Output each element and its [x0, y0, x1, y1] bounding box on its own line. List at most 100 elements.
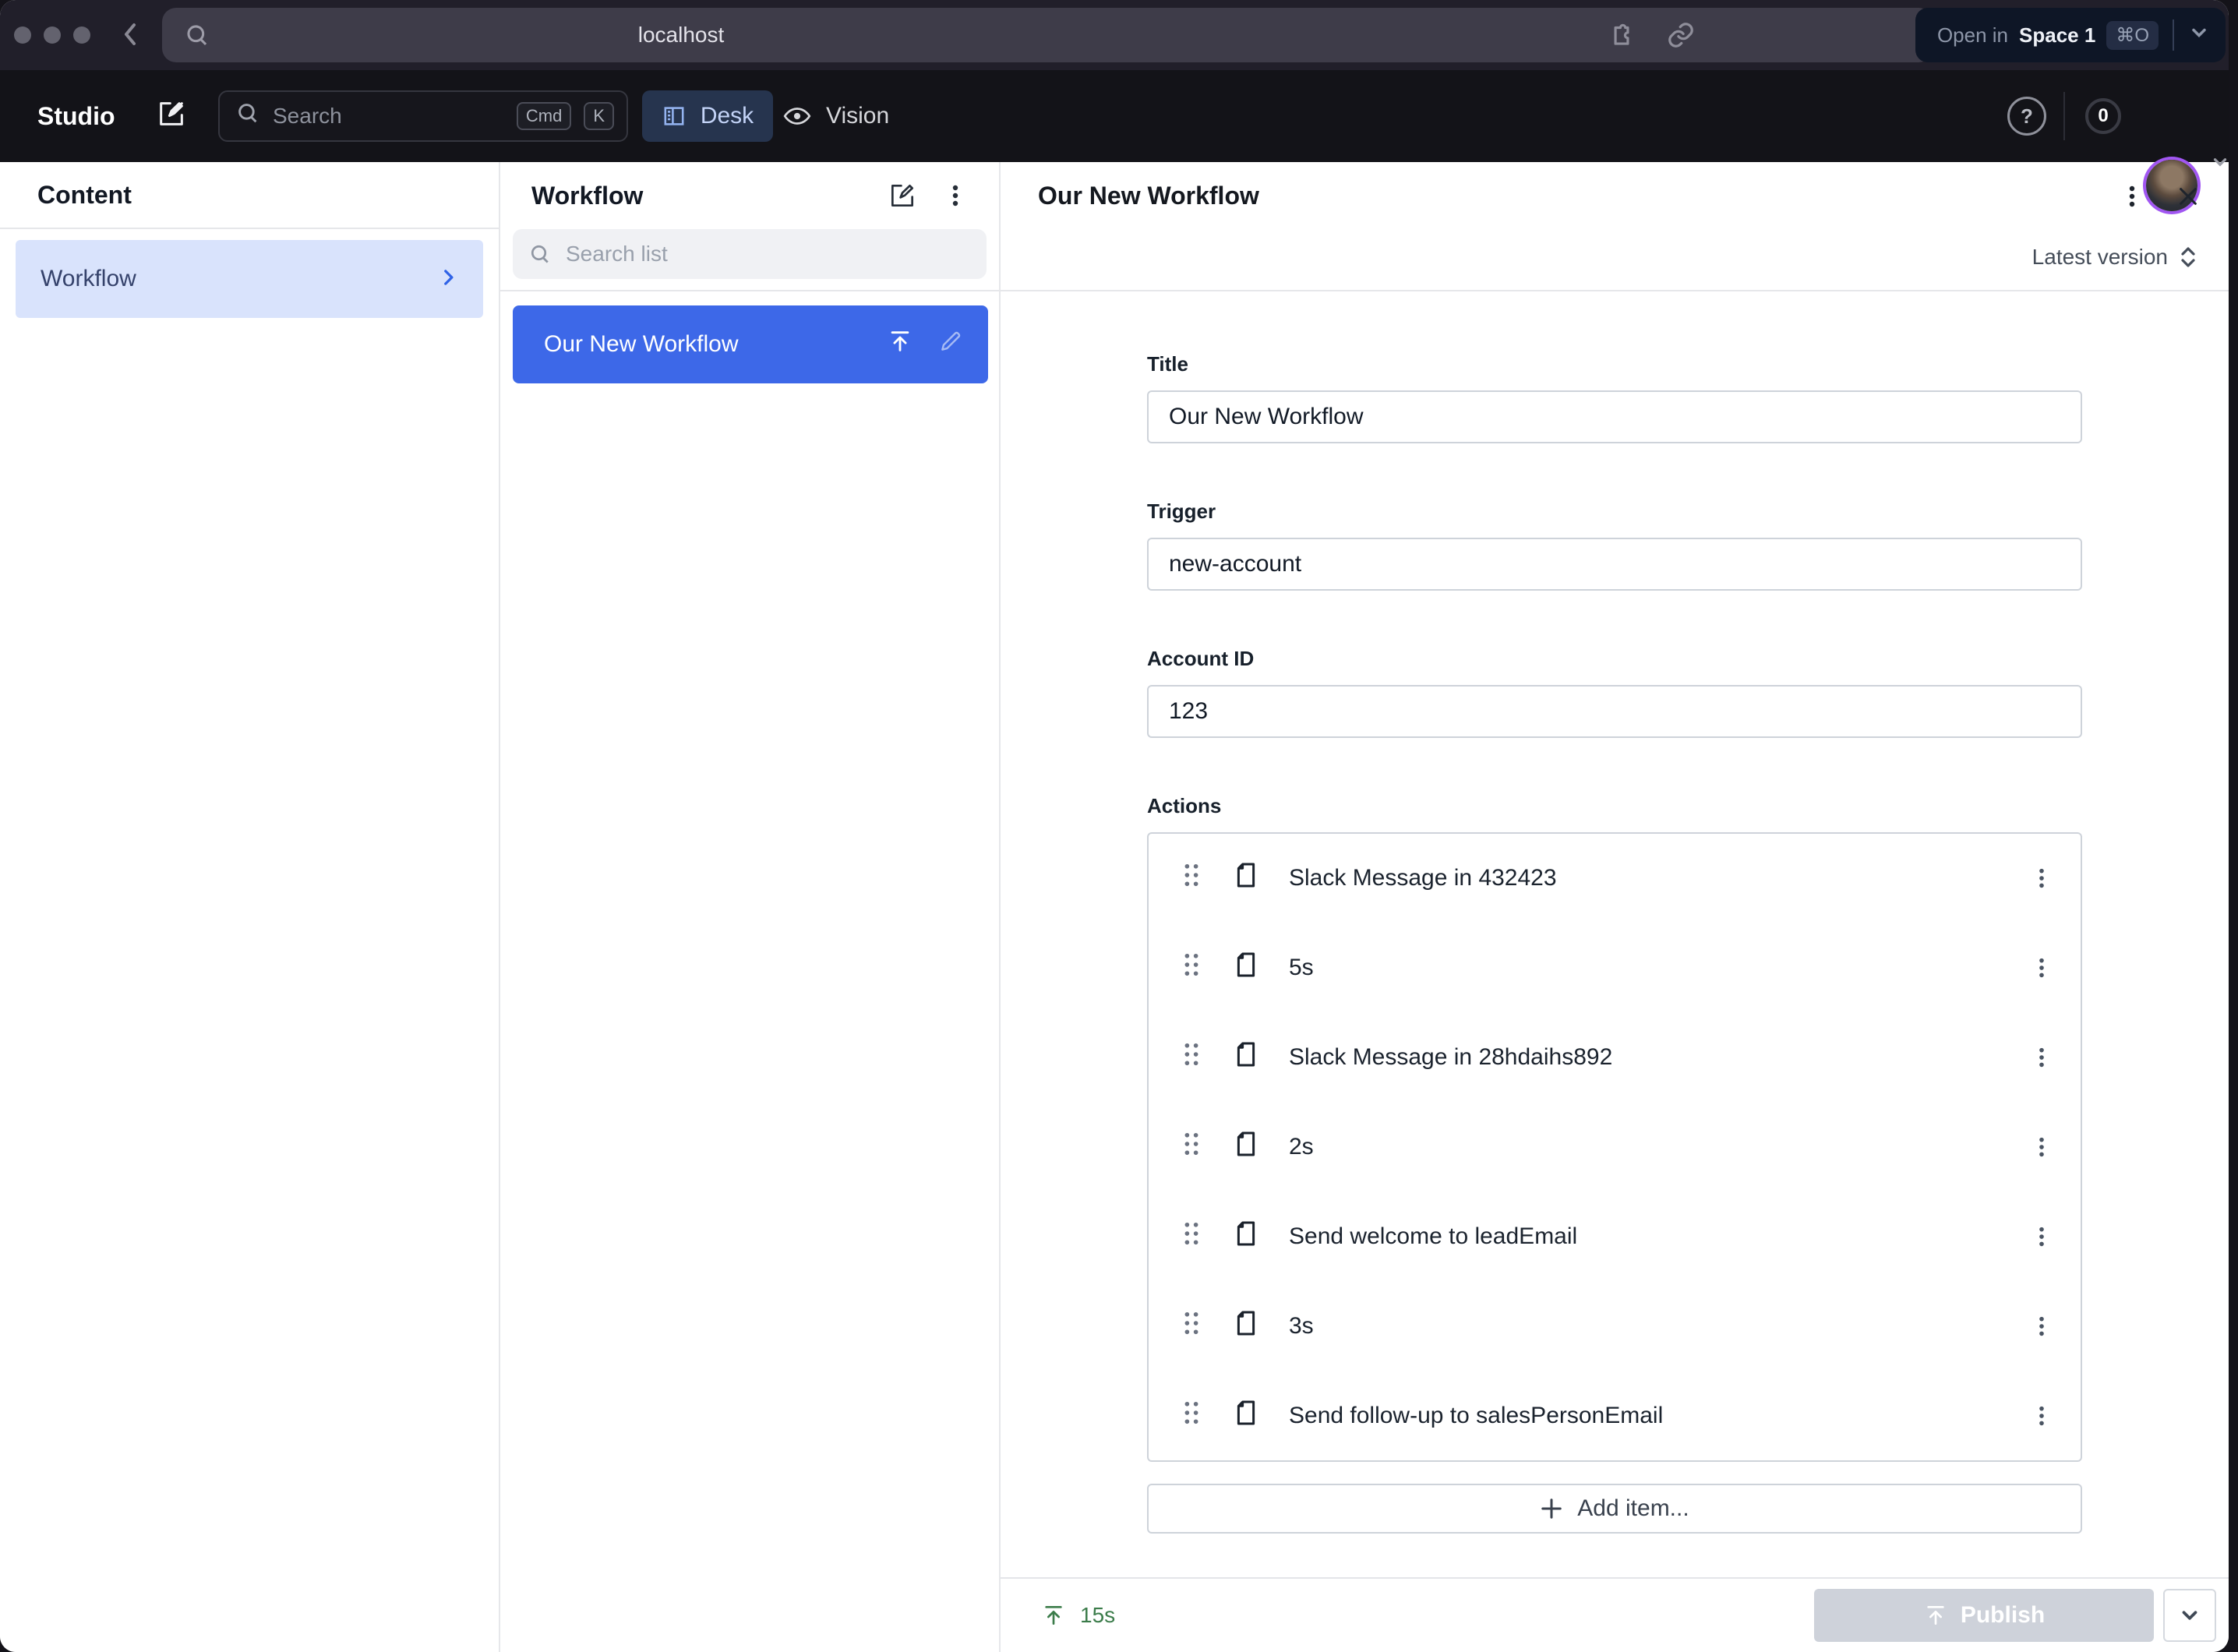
publish-button[interactable]: Publish [1814, 1589, 2154, 1642]
kebab-menu-icon[interactable] [2018, 944, 2065, 991]
extensions-puzzle-icon[interactable] [1607, 20, 1636, 56]
content-pane: Content Workflow [0, 162, 500, 1652]
action-row[interactable]: Send follow-up to salesPersonEmail [1149, 1371, 2081, 1460]
search-icon [528, 242, 552, 266]
url-text: localhost [162, 8, 1200, 62]
version-selector[interactable]: Latest version [2032, 232, 2197, 282]
kebab-menu-icon[interactable] [2018, 855, 2065, 902]
publish-arrow-icon [887, 328, 913, 361]
document-icon [1230, 1217, 1262, 1256]
field-trigger: Trigger [1147, 499, 2082, 591]
link-icon[interactable] [1666, 20, 1696, 56]
shortcut-badge: ⌘O [2106, 21, 2159, 50]
action-row[interactable]: 5s [1149, 923, 2081, 1013]
kebab-menu-icon[interactable] [2110, 175, 2154, 218]
drag-handle-icon[interactable] [1180, 1398, 1203, 1434]
drag-handle-icon[interactable] [1180, 950, 1203, 986]
open-in-space-button[interactable]: Open in Space 1 ⌘O [1915, 8, 2226, 62]
action-label: Send welcome to leadEmail [1289, 1223, 2018, 1250]
traffic-light-zoom-icon[interactable] [73, 26, 90, 44]
drag-handle-icon[interactable] [1180, 1219, 1203, 1255]
document-icon [1230, 1307, 1262, 1346]
plus-icon [1540, 1497, 1563, 1520]
add-item-button[interactable]: Add item... [1147, 1484, 2082, 1534]
close-icon[interactable] [2166, 175, 2210, 218]
publish-arrow-icon [1041, 1603, 1066, 1628]
browser-back-icon[interactable] [115, 19, 146, 50]
document-icon [1230, 1128, 1262, 1167]
divider [2063, 92, 2065, 140]
tab-desk-label: Desk [701, 103, 754, 129]
action-row[interactable]: Send welcome to leadEmail [1149, 1191, 2081, 1281]
divider [2173, 19, 2174, 51]
list-pane-title: Workflow [531, 182, 881, 210]
version-label: Latest version [2032, 245, 2168, 270]
list-search-placeholder: Search list [566, 242, 668, 267]
action-row[interactable]: Slack Message in 28hdaihs892 [1149, 1013, 2081, 1103]
account-id-input[interactable] [1147, 685, 2082, 738]
action-row[interactable]: 3s [1149, 1281, 2081, 1371]
search-placeholder: Search [273, 104, 504, 129]
action-label: Send follow-up to salesPersonEmail [1289, 1403, 2018, 1429]
editor-form: Title Trigger Account ID Actions [1001, 291, 2229, 1577]
publish-arrow-icon [1923, 1603, 1948, 1628]
document-icon [1230, 1396, 1262, 1435]
content-heading: Content [37, 181, 132, 210]
browser-chrome: localhost Open in Space 1 ⌘O [0, 0, 2229, 70]
tab-vision-label: Vision [826, 103, 889, 129]
action-label: Slack Message in 432423 [1289, 865, 2018, 891]
action-row[interactable]: 2s [1149, 1103, 2081, 1192]
tab-vision[interactable]: Vision [782, 90, 889, 142]
compose-icon[interactable] [156, 98, 193, 136]
field-title-label: Title [1147, 352, 2082, 376]
action-row[interactable]: Slack Message in 432423 [1149, 834, 2081, 923]
title-input[interactable] [1147, 390, 2082, 443]
traffic-light-close-icon[interactable] [14, 26, 31, 44]
drag-handle-icon[interactable] [1180, 1040, 1203, 1075]
publish-options-button[interactable] [2163, 1589, 2216, 1642]
document-title: Our New Workflow [1038, 182, 1259, 210]
help-button[interactable]: ? [2007, 97, 2046, 136]
notification-count-badge[interactable]: 0 [2085, 98, 2121, 134]
field-title: Title [1147, 352, 2082, 443]
global-search-input[interactable]: Search Cmd K [218, 90, 628, 142]
drag-handle-icon[interactable] [1180, 1129, 1203, 1165]
action-label: 3s [1289, 1313, 2018, 1340]
eye-icon [782, 101, 812, 131]
browser-window: localhost Open in Space 1 ⌘O Studio [0, 0, 2229, 1652]
main-area: Content Workflow Workflow [0, 162, 2229, 1652]
actions-list: Slack Message in 432423 5s [1147, 832, 2082, 1462]
app-title: Studio [37, 70, 115, 162]
workflow-list-pane: Workflow Search list Our New Workflow [500, 162, 1001, 1652]
editor-header: Our New Workflow Latest version [1001, 162, 2229, 291]
chevron-updown-icon [2179, 245, 2197, 270]
edit-pencil-icon [938, 329, 963, 360]
document-icon [1230, 948, 1262, 987]
open-in-label: Open in [1937, 23, 2008, 48]
chevron-down-icon[interactable] [2188, 21, 2210, 50]
kebab-menu-icon[interactable] [934, 174, 977, 217]
compose-icon[interactable] [881, 174, 924, 217]
trigger-input[interactable] [1147, 538, 2082, 591]
document-editor-pane: Our New Workflow Latest version Title [1001, 162, 2229, 1652]
sidebar-item-workflow[interactable]: Workflow [16, 240, 483, 318]
kebab-menu-icon[interactable] [2018, 1213, 2065, 1260]
traffic-light-minimize-icon[interactable] [44, 26, 61, 44]
drag-handle-icon[interactable] [1180, 860, 1203, 896]
publish-duration: 15s [1041, 1603, 1115, 1628]
action-label: Slack Message in 28hdaihs892 [1289, 1044, 2018, 1071]
screen: localhost Open in Space 1 ⌘O Studio [0, 0, 2238, 1652]
tab-desk[interactable]: Desk [642, 90, 773, 142]
list-search-input[interactable]: Search list [513, 229, 987, 279]
kebab-menu-icon[interactable] [2018, 1034, 2065, 1081]
document-icon [1230, 1038, 1262, 1077]
action-label: 5s [1289, 955, 2018, 981]
kebab-menu-icon[interactable] [2018, 1393, 2065, 1439]
kebab-menu-icon[interactable] [2018, 1124, 2065, 1170]
list-item-our-new-workflow[interactable]: Our New Workflow [513, 305, 988, 383]
studio-appbar: Studio Search Cmd K Desk Vision ? 0 [0, 70, 2229, 162]
field-actions: Actions Slack Message in 432423 [1147, 794, 2082, 1534]
address-bar[interactable]: localhost [162, 8, 1933, 62]
kebab-menu-icon[interactable] [2018, 1303, 2065, 1350]
drag-handle-icon[interactable] [1180, 1308, 1203, 1344]
